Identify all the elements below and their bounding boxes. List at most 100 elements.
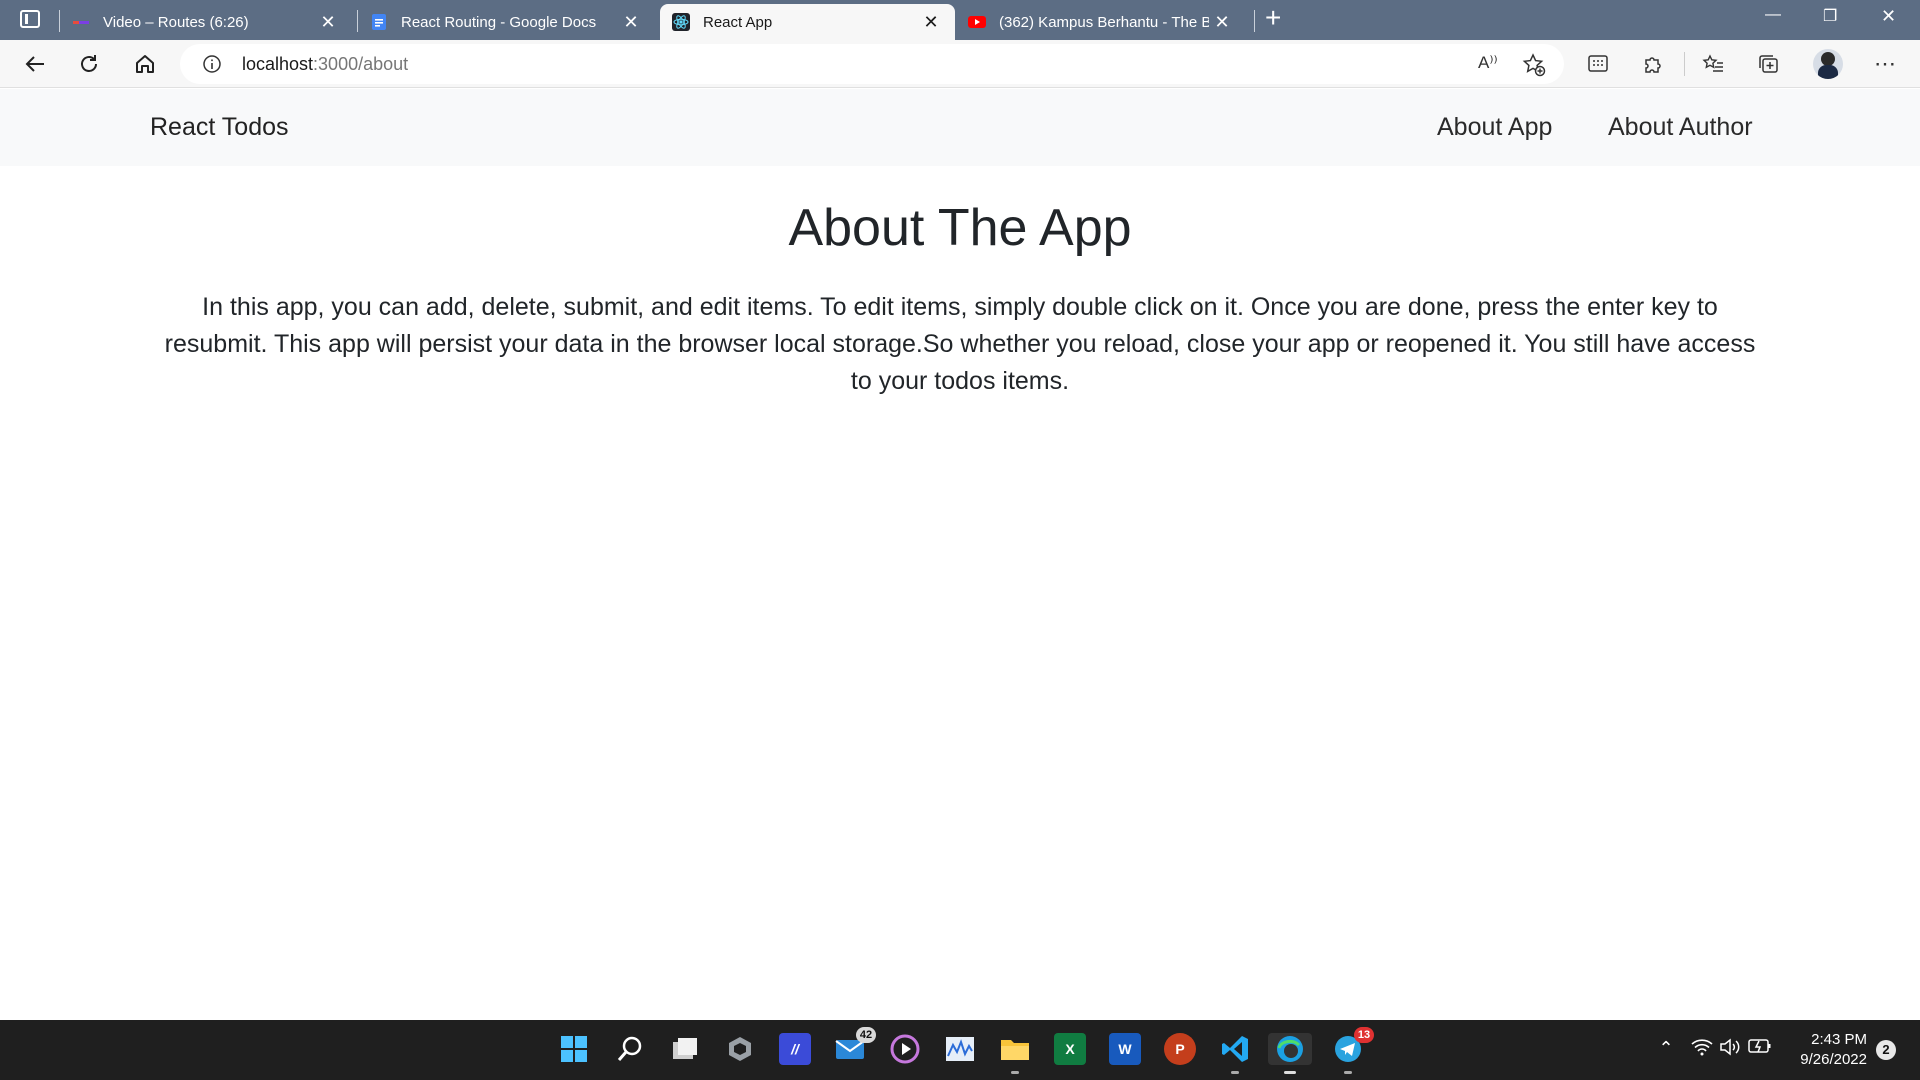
windows-logo-icon <box>561 1036 587 1062</box>
tab-google-docs[interactable]: React Routing - Google Docs ✕ <box>370 4 655 40</box>
profile-avatar[interactable] <box>1813 49 1843 79</box>
tab-youtube[interactable]: (362) Kampus Berhantu - The Br ✕ <box>968 4 1246 40</box>
telegram-app[interactable]: 13 <box>1332 1027 1374 1074</box>
running-indicator <box>1284 1071 1296 1074</box>
file-explorer-app[interactable] <box>999 1033 1031 1074</box>
taskbar: // 42 X W P 13 ⌃ 2:43 PM 9/26/2022 2 <box>0 1020 1920 1080</box>
battery-charging-icon <box>1748 1039 1771 1053</box>
refresh-icon <box>81 55 97 72</box>
excel-app[interactable]: X <box>1054 1033 1086 1065</box>
puzzle-icon <box>1645 57 1661 73</box>
tab-separator <box>357 10 358 32</box>
telegram-badge: 13 <box>1354 1027 1374 1043</box>
url-host: localhost <box>242 54 314 74</box>
collections-icon <box>1759 55 1778 73</box>
math-app[interactable]: // <box>779 1033 811 1065</box>
wifi-signal-icon <box>1691 1039 1713 1056</box>
close-tab-icon[interactable]: ✕ <box>1212 12 1232 32</box>
unity-hub-app[interactable] <box>724 1033 756 1065</box>
task-view-button[interactable] <box>669 1033 701 1065</box>
tab-separator <box>1254 10 1255 32</box>
minimize-button[interactable]: — <box>1765 6 1781 24</box>
tab-video-routes[interactable]: Video – Routes (6:26) ✕ <box>72 4 352 40</box>
more-icon: ⋯ <box>1874 51 1896 76</box>
edge-app[interactable] <box>1268 1033 1312 1074</box>
address-bar[interactable]: localhost:3000/about A⁾⁾ <box>180 44 1564 84</box>
url-path: :3000/about <box>313 54 409 74</box>
clock-time: 2:43 PM <box>1811 1031 1867 1048</box>
notification-badge[interactable]: 2 <box>1876 1040 1896 1060</box>
tab-react-app[interactable]: React App ✕ <box>660 4 955 40</box>
mail-app[interactable]: 42 <box>834 1027 876 1065</box>
extensions-button[interactable] <box>1638 49 1668 79</box>
home-button[interactable] <box>130 49 160 79</box>
youtube-icon <box>968 16 986 28</box>
start-button[interactable] <box>558 1033 590 1065</box>
play-circle-icon <box>890 1034 920 1064</box>
url-text: localhost:3000/about <box>242 54 408 75</box>
back-arrow-icon <box>25 56 44 72</box>
tab-actions-icon[interactable] <box>20 10 40 28</box>
wifi-icon[interactable] <box>1690 1038 1714 1061</box>
word-icon: W <box>1118 1041 1132 1057</box>
video-site-icon <box>73 21 89 24</box>
close-tab-icon[interactable]: ✕ <box>921 12 941 32</box>
excel-icon: X <box>1065 1041 1075 1057</box>
settings-more-button[interactable]: ⋯ <box>1870 49 1900 79</box>
nav-about-app[interactable]: About App <box>1437 113 1552 142</box>
edge-icon <box>1277 1036 1303 1062</box>
cube-icon <box>729 1037 751 1061</box>
restore-button[interactable]: ❐ <box>1823 6 1837 26</box>
nav-about-author[interactable]: About Author <box>1608 113 1753 142</box>
tab-label: React App <box>703 13 773 31</box>
close-tab-icon[interactable]: ✕ <box>621 12 641 32</box>
add-favorite-icon[interactable] <box>1522 53 1546 77</box>
favorites-button[interactable] <box>1698 49 1728 79</box>
close-window-button[interactable]: ✕ <box>1881 6 1896 27</box>
favorites-list-icon <box>1702 54 1723 72</box>
refresh-button[interactable] <box>74 49 104 79</box>
powerpoint-app[interactable]: P <box>1164 1033 1196 1065</box>
close-tab-icon[interactable]: ✕ <box>318 12 338 32</box>
word-app[interactable]: W <box>1109 1033 1141 1065</box>
battery-icon[interactable] <box>1748 1038 1772 1059</box>
apps-button[interactable] <box>1583 49 1613 79</box>
clock-date: 9/26/2022 <box>1800 1051 1867 1068</box>
search-button[interactable] <box>614 1033 646 1065</box>
collections-button[interactable] <box>1753 49 1783 79</box>
speaker-icon <box>1720 1038 1740 1056</box>
google-docs-icon <box>372 14 386 30</box>
volume-icon[interactable] <box>1718 1038 1742 1061</box>
react-icon <box>672 13 690 31</box>
page-description: In this app, you can add, delete, submit… <box>164 293 1756 395</box>
running-indicator <box>1231 1071 1239 1074</box>
photos-app[interactable] <box>944 1033 976 1065</box>
folder-icon <box>1001 1040 1029 1060</box>
chart-image-icon <box>946 1037 974 1061</box>
tab-separator <box>59 10 60 32</box>
toolbar-divider <box>1684 52 1685 76</box>
back-button[interactable] <box>20 49 50 79</box>
running-indicator <box>1011 1071 1019 1074</box>
vscode-app[interactable] <box>1219 1033 1251 1074</box>
slash-logo-icon: // <box>791 1041 799 1057</box>
brand-link[interactable]: React Todos <box>150 113 289 142</box>
powerpoint-icon: P <box>1175 1041 1185 1057</box>
read-aloud-icon[interactable]: A⁾⁾ <box>1478 53 1498 73</box>
search-icon <box>617 1036 642 1061</box>
tab-strip: Video – Routes (6:26) ✕ React Routing - … <box>0 0 1920 40</box>
keypad-icon <box>1588 55 1608 72</box>
system-clock[interactable]: 2:43 PM 9/26/2022 <box>1775 1030 1867 1070</box>
media-player-app[interactable] <box>889 1033 921 1065</box>
app-navbar: React Todos About App About Author <box>0 89 1920 166</box>
home-icon <box>136 55 154 73</box>
task-view-icon <box>673 1038 697 1059</box>
new-tab-button[interactable]: + <box>1265 2 1281 34</box>
show-hidden-icons-icon[interactable]: ⌃ <box>1654 1038 1678 1059</box>
vscode-icon <box>1222 1036 1248 1062</box>
page-title: About The App <box>788 199 1132 257</box>
browser-toolbar: localhost:3000/about A⁾⁾ ⋯ <box>0 40 1920 88</box>
tab-label: React Routing - Google Docs <box>401 13 597 31</box>
mail-badge: 42 <box>856 1027 876 1043</box>
info-icon[interactable] <box>202 54 222 74</box>
